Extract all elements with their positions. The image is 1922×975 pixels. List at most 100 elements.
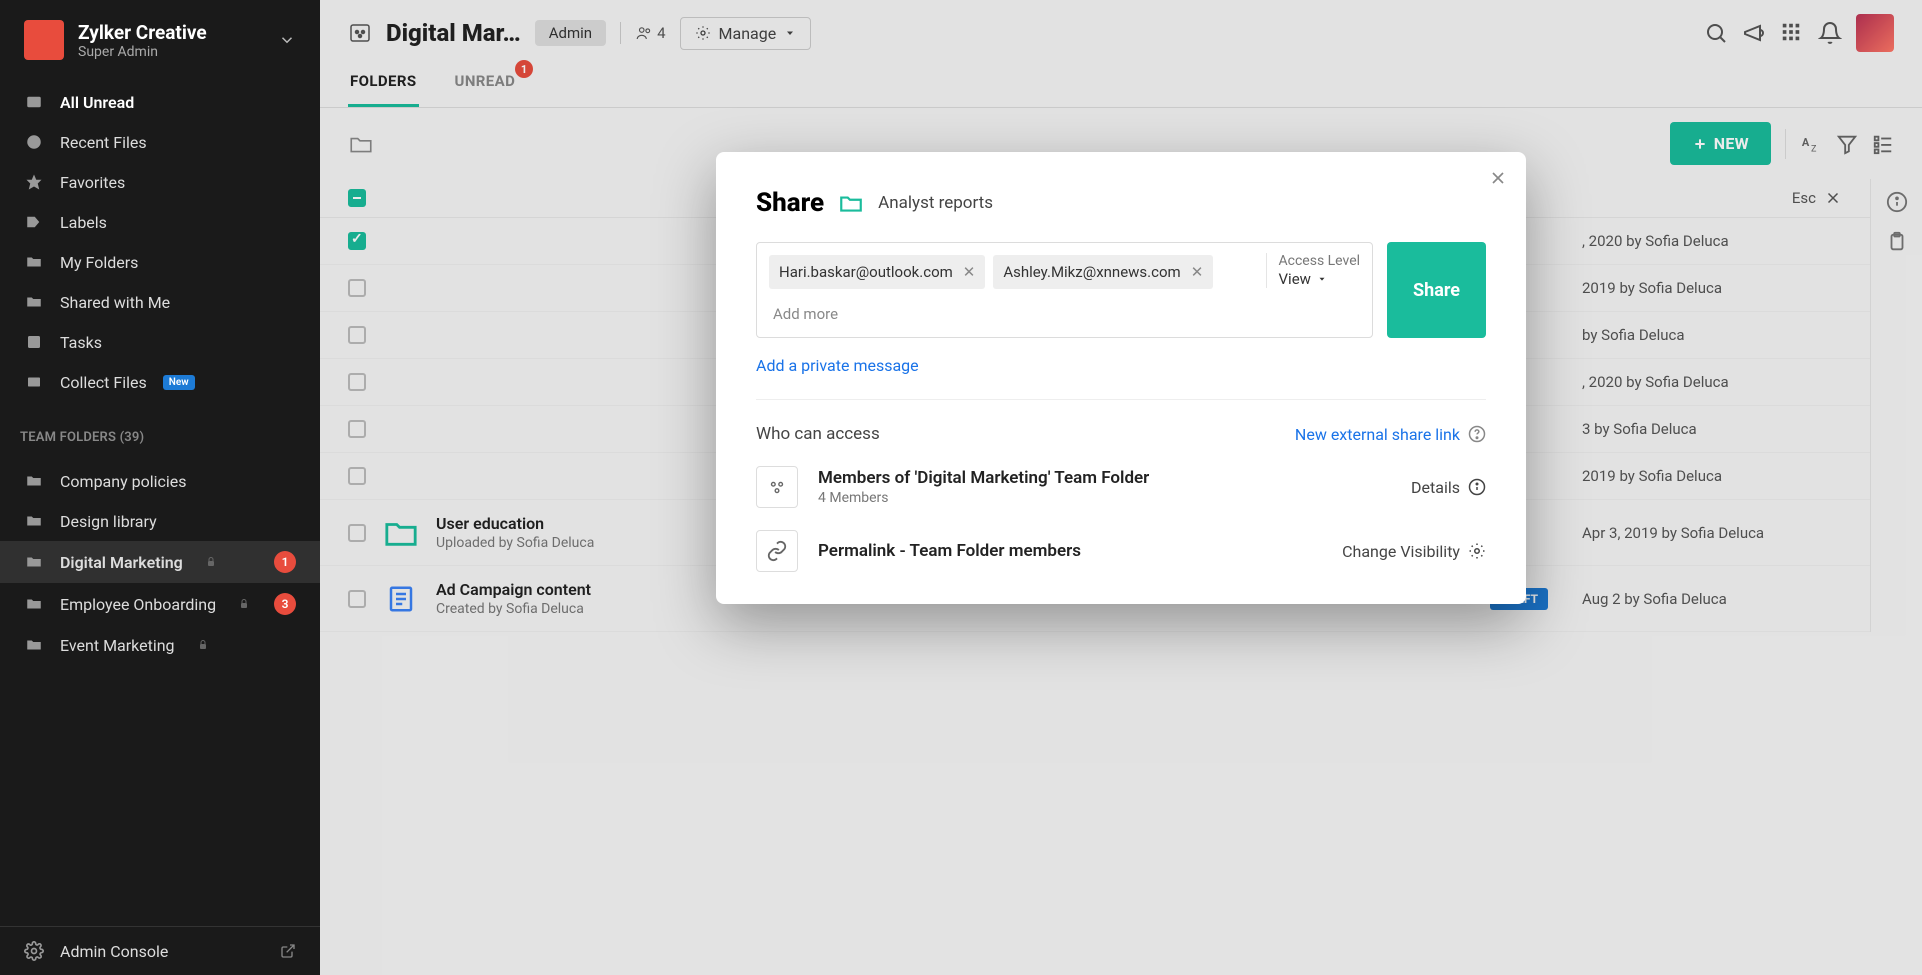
file-meta: Apr 3, 2019 by Sofia Deluca: [1582, 524, 1842, 542]
row-checkbox[interactable]: [348, 232, 366, 250]
tab-unread[interactable]: UNREAD1: [453, 62, 518, 107]
announce-icon[interactable]: [1742, 21, 1766, 45]
row-checkbox[interactable]: [348, 524, 366, 542]
gear-icon: [1468, 542, 1486, 560]
svg-text:Z: Z: [1811, 144, 1817, 154]
row-checkbox[interactable]: [348, 467, 366, 485]
select-all-checkbox[interactable]: [348, 189, 366, 207]
folder-icon: [24, 511, 44, 531]
tab-unread-badge: 1: [515, 60, 533, 78]
right-rail: [1870, 179, 1922, 632]
people-icon: [635, 24, 653, 42]
admin-console-link[interactable]: Admin Console: [0, 926, 320, 975]
folder-icon: [24, 471, 44, 491]
member-count[interactable]: 4: [635, 24, 665, 42]
file-meta: Aug 2 by Sofia Deluca: [1582, 590, 1842, 608]
change-visibility-button[interactable]: Change Visibility: [1342, 542, 1486, 561]
access-item-title: Members of 'Digital Marketing' Team Fold…: [818, 468, 1149, 488]
share-modal: Share Analyst reports Hari.baskar@outloo…: [716, 152, 1526, 604]
nav-recent-files[interactable]: Recent Files: [0, 122, 320, 162]
details-button[interactable]: Details: [1411, 478, 1486, 497]
nav-shared[interactable]: Shared with Me: [0, 282, 320, 322]
row-checkbox[interactable]: [348, 279, 366, 297]
nav-label: Labels: [60, 213, 107, 232]
nav-all-unread[interactable]: All Unread: [0, 82, 320, 122]
folder-design-library[interactable]: Design library: [0, 501, 320, 541]
folder-green-icon: [384, 518, 418, 548]
workspace-role: Super Admin: [78, 44, 264, 60]
row-checkbox[interactable]: [348, 326, 366, 344]
row-checkbox[interactable]: [348, 420, 366, 438]
external-link-icon: [280, 943, 296, 959]
divider: [756, 399, 1486, 400]
nav-label: Company policies: [60, 472, 187, 491]
access-level-dropdown[interactable]: Access Level View: [1266, 253, 1361, 288]
access-members-item: Members of 'Digital Marketing' Team Fold…: [756, 466, 1486, 508]
nav-label: All Unread: [60, 93, 134, 112]
nav-label: Collect Files: [60, 373, 147, 392]
nav-tasks[interactable]: Tasks: [0, 322, 320, 362]
new-badge: New: [163, 375, 195, 390]
bell-icon[interactable]: [1818, 21, 1842, 45]
folder-icon: [838, 190, 864, 216]
file-meta: 3 by Sofia Deluca: [1582, 420, 1842, 438]
folder-digital-marketing[interactable]: Digital Marketing1: [0, 541, 320, 583]
topbar: Digital Mar… Admin 4 Manage: [320, 0, 1922, 62]
lock-icon: [205, 556, 217, 568]
folder-icon: [24, 594, 44, 614]
add-more-placeholder[interactable]: Add more: [769, 297, 1360, 325]
unread-count-badge: 3: [274, 593, 296, 615]
nav-my-folders[interactable]: My Folders: [0, 242, 320, 282]
page-title: Digital Mar…: [386, 19, 521, 47]
info-icon: [1468, 478, 1486, 496]
folder-employee-onboarding[interactable]: Employee Onboarding3: [0, 583, 320, 625]
close-icon: [1824, 189, 1842, 207]
nav-labels[interactable]: Labels: [0, 202, 320, 242]
row-checkbox[interactable]: [348, 590, 366, 608]
share-button[interactable]: Share: [1387, 242, 1486, 338]
new-button[interactable]: NEW: [1670, 122, 1771, 165]
shared-icon: [24, 292, 44, 312]
main: Digital Mar… Admin 4 Manage FOLDERS UNRE…: [320, 0, 1922, 975]
star-icon: [24, 172, 44, 192]
filter-icon[interactable]: [1836, 133, 1858, 155]
clipboard-icon[interactable]: [1886, 231, 1908, 253]
recipient-chip: Ashley.Mikz@xnnews.com✕: [993, 255, 1213, 289]
remove-chip[interactable]: ✕: [1191, 263, 1204, 281]
sidebar: Zylker Creative Super Admin All Unread R…: [0, 0, 320, 975]
recipients-input[interactable]: Hari.baskar@outlook.com✕ Ashley.Mikz@xnn…: [756, 242, 1373, 338]
close-button[interactable]: [1488, 168, 1508, 188]
team-icon: [756, 466, 798, 508]
nav-label: Recent Files: [60, 133, 147, 152]
row-checkbox[interactable]: [348, 373, 366, 391]
folder-outline-icon[interactable]: [348, 131, 374, 157]
clock-icon: [24, 132, 44, 152]
view-list-icon[interactable]: [1872, 133, 1894, 155]
sort-az-icon[interactable]: AZ: [1800, 133, 1822, 155]
nav-label: Digital Marketing: [60, 553, 183, 572]
chevron-down-icon: [278, 31, 296, 49]
apps-icon[interactable]: [1780, 21, 1804, 45]
folder-icon: [24, 552, 44, 572]
search-icon[interactable]: [1704, 21, 1728, 45]
caret-down-icon: [1317, 274, 1327, 284]
workspace-switcher[interactable]: Zylker Creative Super Admin: [0, 0, 320, 74]
remove-chip[interactable]: ✕: [963, 263, 976, 281]
esc-close[interactable]: Esc: [1792, 189, 1842, 207]
nav-collect-files[interactable]: Collect Files New: [0, 362, 320, 402]
access-item-title: Permalink - Team Folder members: [818, 541, 1081, 561]
mail-icon: [24, 92, 44, 112]
manage-button[interactable]: Manage: [680, 17, 812, 50]
add-private-message[interactable]: Add a private message: [756, 356, 1486, 375]
tab-folders[interactable]: FOLDERS: [348, 62, 419, 107]
nav-favorites[interactable]: Favorites: [0, 162, 320, 202]
folder-company-policies[interactable]: Company policies: [0, 461, 320, 501]
info-icon[interactable]: [1886, 191, 1908, 213]
tag-icon: [24, 212, 44, 232]
admin-console-label: Admin Console: [60, 942, 168, 961]
folder-event-marketing[interactable]: Event Marketing: [0, 625, 320, 665]
user-avatar[interactable]: [1856, 14, 1894, 52]
new-external-share-link[interactable]: New external share link: [1295, 425, 1486, 444]
svg-text:A: A: [1802, 135, 1810, 148]
team-folder-icon: [348, 21, 372, 45]
